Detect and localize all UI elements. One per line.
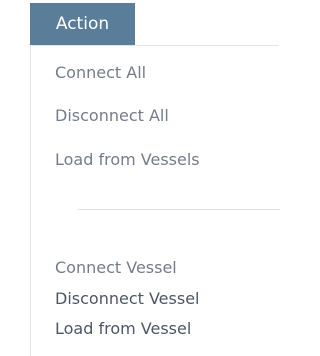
menu-separator (78, 209, 280, 210)
menu-item-load-from-vessel[interactable]: Load from Vessel (55, 316, 191, 342)
menu-item-connect-all[interactable]: Connect All (55, 60, 146, 86)
action-menu: Action Connect All Disconnect All Load f… (0, 0, 280, 356)
menu-item-disconnect-all[interactable]: Disconnect All (55, 103, 169, 129)
action-menu-title[interactable]: Action (30, 3, 135, 45)
menu-item-connect-vessel[interactable]: Connect Vessel (55, 255, 177, 281)
action-dropdown-panel: Connect All Disconnect All Load from Ves… (30, 45, 280, 356)
menu-item-disconnect-vessel[interactable]: Disconnect Vessel (55, 286, 199, 312)
menu-item-load-from-vessels[interactable]: Load from Vessels (55, 147, 200, 173)
